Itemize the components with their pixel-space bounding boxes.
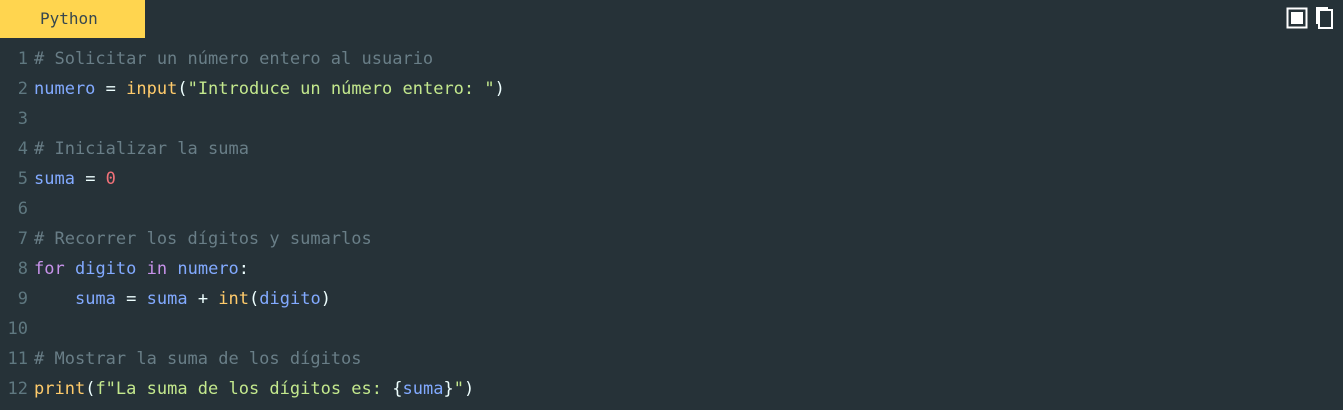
line-number: 8 [17, 259, 28, 279]
line-number: 6 [17, 199, 28, 219]
code-line: 1 # Solicitar un número entero al usuario [0, 44, 505, 74]
code-text: suma = suma + int(digito) [34, 284, 331, 314]
line-number: 3 [17, 109, 28, 129]
toggle-view-icon[interactable] [1285, 6, 1309, 30]
code-token: = [95, 79, 127, 99]
code-token: ) [463, 379, 475, 399]
code-token: + [187, 289, 219, 309]
code-token: ( [85, 379, 96, 399]
code-line: 5 suma = 0 [0, 164, 505, 194]
code-token: = [115, 289, 147, 309]
line-number: 7 [17, 229, 28, 249]
code-line: 7 # Recorrer los dígitos y sumarlos [0, 224, 505, 254]
code-text: # Mostrar la suma de los dígitos [34, 344, 362, 374]
code-line: 10 [0, 314, 505, 344]
code-line: 9 suma = suma + int(digito) [0, 284, 505, 314]
code-text: # Recorrer los dígitos y sumarlos [34, 224, 372, 254]
code-token: ) [494, 79, 505, 99]
code-text: print(f"La suma de los dígitos es: {suma… [34, 374, 474, 404]
language-label: Python [0, 0, 145, 38]
code-token: 0 [105, 169, 116, 189]
code-token: suma [402, 379, 444, 399]
code-token: : [238, 259, 250, 279]
code-token: " [453, 379, 464, 399]
line-number: 9 [17, 289, 28, 309]
copy-icon[interactable] [1313, 6, 1337, 30]
code-token: ( [249, 289, 260, 309]
code-line: 6 [0, 194, 505, 224]
code-token: suma [146, 289, 188, 309]
code-toolbar [1285, 6, 1337, 30]
code-token: { [392, 379, 403, 399]
line-number: 12 [7, 379, 28, 399]
code-token: input [126, 79, 178, 99]
code-text: suma = 0 [34, 164, 116, 194]
code-line: 12 print(f"La suma de los dígitos es: {su… [0, 374, 505, 404]
code-line: 4 # Inicializar la suma [0, 134, 505, 164]
line-number: 2 [17, 79, 28, 99]
code-token: digito [259, 289, 321, 309]
line-number: 11 [7, 349, 28, 369]
code-token: = [74, 169, 106, 189]
code-token: in [146, 259, 168, 279]
line-number: 4 [17, 139, 28, 159]
code-token: } [443, 379, 454, 399]
code-line: 2 numero = input("Introduce un número ent… [0, 74, 505, 104]
code-text: # Solicitar un número entero al usuario [34, 44, 433, 74]
code-line: 8 for digito in numero: [0, 254, 505, 284]
code-token: # Recorrer los dígitos y sumarlos [34, 229, 372, 249]
line-number: 10 [7, 319, 28, 339]
code-token: digito [74, 259, 137, 279]
code-token: print [34, 379, 86, 399]
line-number: 1 [17, 49, 28, 69]
code-token: # Inicializar la suma [34, 139, 249, 159]
code-token: "Introduce un número entero: " [187, 79, 495, 99]
code-token: suma [74, 289, 116, 309]
code-token: for [34, 259, 65, 279]
code-line: 3 [0, 104, 505, 134]
code-token: suma [34, 169, 75, 189]
code-text: for digito in numero: [34, 254, 249, 284]
code-token: ) [320, 289, 331, 309]
code-text: # Inicializar la suma [34, 134, 249, 164]
code-token: ( [177, 79, 188, 99]
code-line: 11 # Mostrar la suma de los dígitos [0, 344, 505, 374]
code-text: numero = input("Introduce un número ente… [34, 74, 505, 104]
code-token: numero [177, 259, 239, 279]
code-token: numero [34, 79, 96, 99]
code-block: Python 1 # Solicitar un número entero al … [0, 0, 1343, 410]
code-token: int [218, 289, 250, 309]
line-number: 5 [17, 169, 28, 189]
code-token: # Solicitar un número entero al usuario [34, 49, 434, 69]
code-area[interactable]: 1 # Solicitar un número entero al usuario… [0, 44, 505, 404]
code-token: f"La suma de los dígitos es: [95, 379, 393, 399]
code-token: # Mostrar la suma de los dígitos [34, 349, 362, 369]
